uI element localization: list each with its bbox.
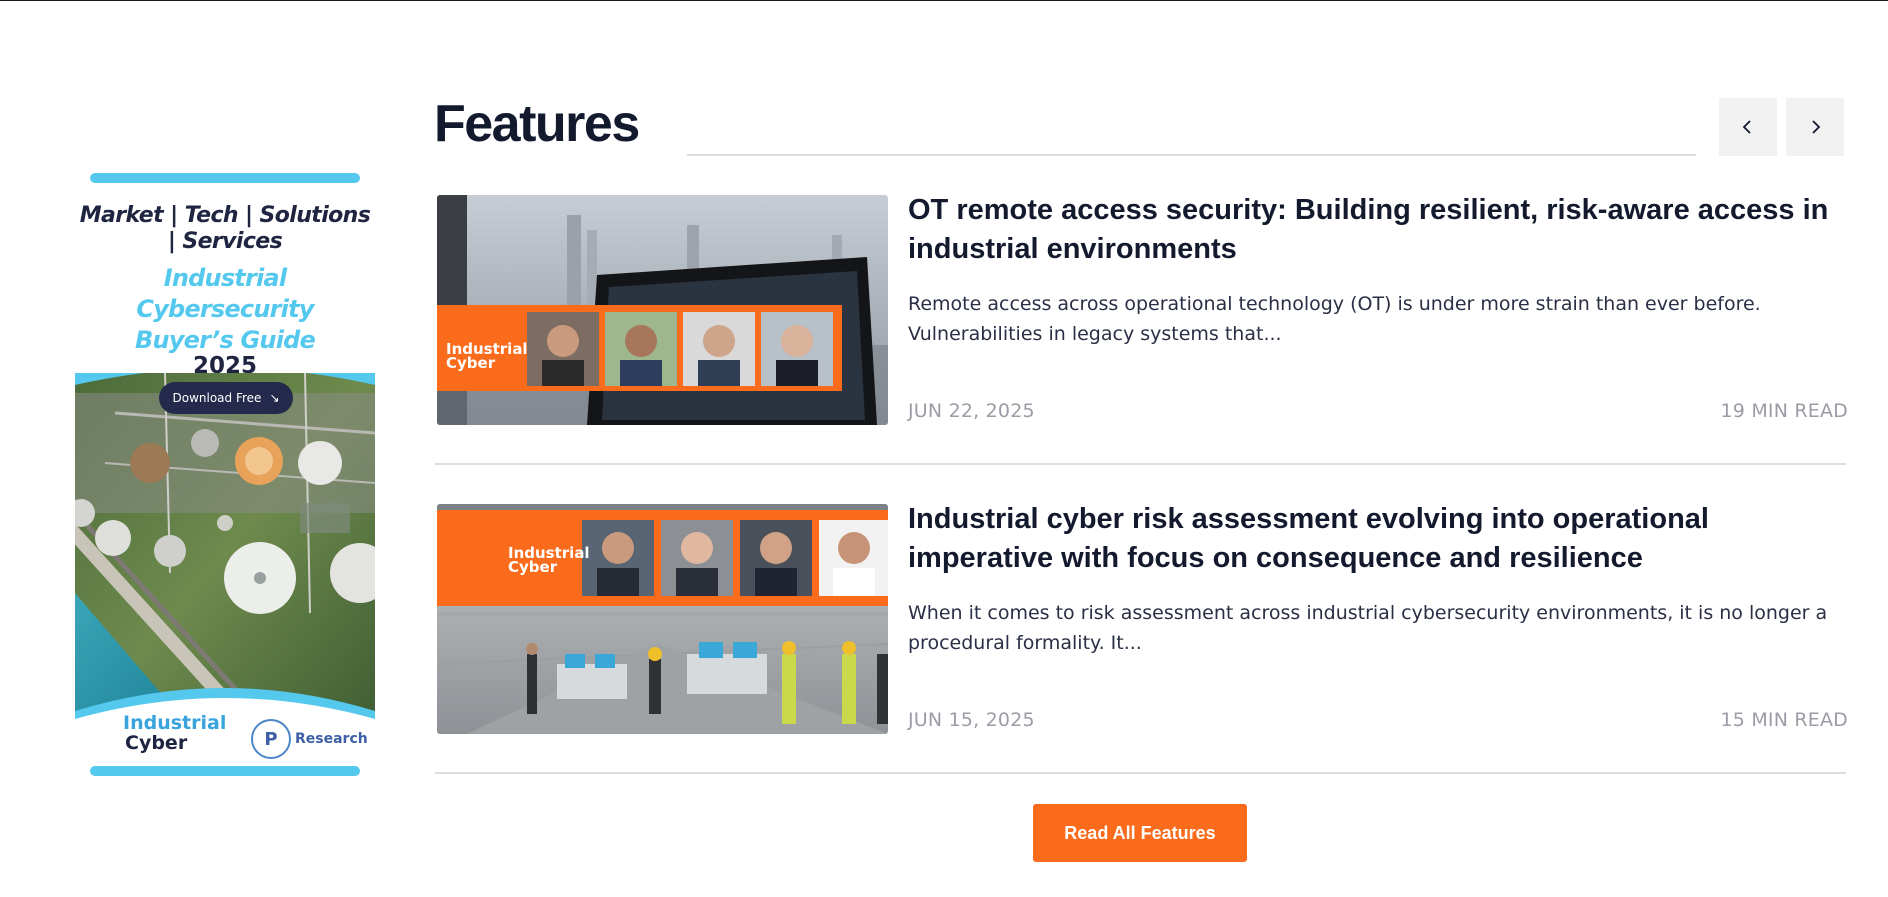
banner-logo-cyber: Cyber xyxy=(446,354,496,372)
industrial-cyber-logo: Industrial Cyber xyxy=(123,713,226,753)
banner-logo-cyber: Cyber xyxy=(508,558,558,576)
logo-research-text: Research xyxy=(295,731,368,747)
carousel-next-button[interactable] xyxy=(1786,98,1844,156)
chevron-left-icon xyxy=(1742,120,1751,134)
arrow-down-right-icon: ↘ xyxy=(269,391,280,405)
logo-cyber-text: Cyber xyxy=(125,732,188,754)
article-banner-logo: Industrial Cyber xyxy=(508,546,590,576)
ad-top-accent-bar xyxy=(90,173,360,183)
research-logo: P Research xyxy=(251,719,368,759)
logo-industrial-text: Industrial xyxy=(123,712,227,734)
article-date: JUN 22, 2025 xyxy=(908,400,1035,422)
section-title: Features xyxy=(434,95,640,153)
chevron-right-icon xyxy=(1812,120,1821,134)
section-title-divider xyxy=(687,154,1696,156)
ad-title: Industrial Cybersecurity Buyer’s Guide xyxy=(135,264,316,354)
article-thumbnail[interactable] xyxy=(437,195,888,425)
read-all-features-button[interactable]: Read All Features xyxy=(1033,804,1247,862)
article-thumbnail[interactable] xyxy=(437,504,888,734)
ad-bottom-accent-bar xyxy=(90,766,360,776)
article-read-time: 15 MIN READ xyxy=(1720,709,1848,731)
article-title[interactable]: OT remote access security: Building resi… xyxy=(908,191,1848,269)
top-border xyxy=(0,0,1888,1)
carousel-prev-button[interactable] xyxy=(1719,98,1777,156)
research-logo-icon: P xyxy=(251,719,291,759)
ad-aerial-refinery-image xyxy=(75,373,375,733)
article-divider xyxy=(435,772,1846,774)
article-divider xyxy=(435,463,1846,465)
article-date: JUN 15, 2025 xyxy=(908,709,1035,731)
download-free-button[interactable]: Download Free ↘ xyxy=(159,382,293,414)
ad-tagline: Market | Tech | Solutions | Services xyxy=(79,203,371,254)
article-excerpt: When it comes to risk assessment across … xyxy=(908,602,1828,654)
sidebar-ad-banner[interactable]: Market | Tech | Solutions | Services Ind… xyxy=(75,173,375,776)
article-read-time: 19 MIN READ xyxy=(1720,400,1848,422)
article-excerpt: Remote access across operational technol… xyxy=(908,293,1761,345)
download-free-label: Download Free xyxy=(172,391,262,405)
article-title[interactable]: Industrial cyber risk assessment evolvin… xyxy=(908,500,1848,578)
article-banner-logo: Industrial Cyber xyxy=(446,342,528,372)
